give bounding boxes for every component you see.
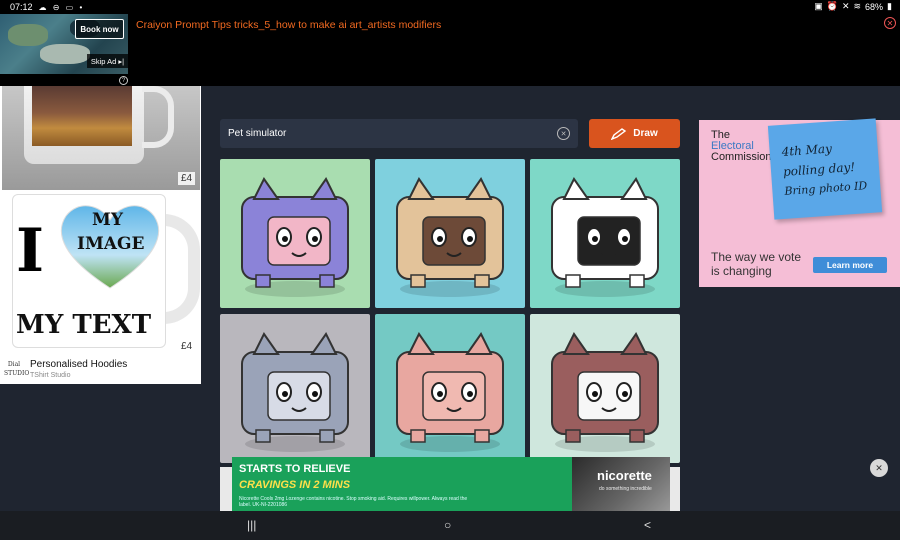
book-now-button[interactable]: Book now <box>75 19 124 39</box>
right-side-ad[interactable]: The Electoral Commission 4th May polling… <box>699 118 900 287</box>
shop-info[interactable]: Dial STUDIO Personalised Hoodies TShirt … <box>0 354 200 384</box>
pet-illustration <box>551 177 659 297</box>
left-product-ad[interactable]: £4 I MY IMAGE MY TEXT £4 Dial STUDIO Per… <box>0 86 201 384</box>
result-tile-purple-cat-pet[interactable] <box>220 159 370 308</box>
shop-logo: Dial STUDIO <box>4 361 30 377</box>
pencil-icon <box>611 127 627 140</box>
result-tile-gray-elephant-pet[interactable] <box>220 314 370 463</box>
status-time: 07:12 <box>10 2 33 12</box>
mute-icon: ✕ <box>841 1 850 11</box>
pet-illustration <box>396 177 504 297</box>
sticky-note-image: 4th May polling day! Bring photo ID <box>767 118 883 220</box>
ad-brand-image: nicorette do something incredible <box>572 457 670 512</box>
result-tile-panda-pet[interactable] <box>530 159 680 308</box>
home-icon[interactable]: ○ <box>444 518 451 532</box>
skip-next-icon: ▸| <box>116 56 125 66</box>
bottom-banner-ad[interactable]: STARTS TO RELIEVE CRAVINGS IN 2 MINS Nic… <box>232 457 670 512</box>
ad-tagline-line2: is changing <box>711 264 772 278</box>
ad-video-title[interactable]: Craiyon Prompt Tips tricks_5_how to make… <box>136 19 441 31</box>
ad-brand-name: nicorette <box>597 468 652 483</box>
prompt-value: Pet simulator <box>228 128 287 139</box>
close-icon[interactable]: ✕ <box>884 17 896 29</box>
mug-text-product[interactable]: I MY IMAGE MY TEXT £4 <box>2 194 200 444</box>
shop-name: TShirt Studio <box>30 372 71 379</box>
ad-tagline-line1: The way we vote <box>711 250 802 264</box>
battery-icon: ▮ <box>887 1 892 11</box>
ad-subline: CRAVINGS IN 2 MINS <box>239 479 351 491</box>
result-tile-brown-box-pet[interactable] <box>530 314 680 463</box>
clear-icon[interactable]: ✕ <box>557 127 570 140</box>
result-tile-tan-dog-pet[interactable] <box>375 159 525 308</box>
product-price: £4 <box>178 172 196 185</box>
alarm-icon: ⏰ <box>826 1 838 11</box>
result-tile-partial[interactable] <box>670 467 680 513</box>
learn-more-button[interactable]: Learn more <box>813 257 887 273</box>
back-icon[interactable]: < <box>644 518 651 532</box>
result-tile-partial[interactable] <box>220 467 232 513</box>
mug-photo-product[interactable]: £4 <box>2 86 200 190</box>
battery-percent: 68% <box>865 1 884 12</box>
note-line2: polling day! <box>782 159 856 179</box>
ad-video-thumbnail[interactable]: Book now Skip Ad ▸| <box>0 14 128 74</box>
skip-ad-button[interactable]: Skip Ad ▸| <box>87 54 128 68</box>
mug-heart-line1: MY <box>92 210 123 230</box>
mug-heart-line2: IMAGE <box>77 234 145 254</box>
status-left-icons: ☁ ⊖ ▭ • <box>38 2 85 12</box>
prompt-input[interactable]: Pet simulator ✕ <box>220 119 578 148</box>
product-price: £4 <box>178 340 196 353</box>
pet-illustration <box>551 332 659 452</box>
status-bar: 07:12 ☁ ⊖ ▭ • ▣ ⏰ ✕ ≋ 68% ▮ <box>0 0 900 14</box>
system-nav-bar: ||| ○ < <box>0 511 900 540</box>
top-video-ad: Book now Skip Ad ▸| ? Craiyon Prompt Tip… <box>0 14 900 86</box>
close-icon[interactable]: ✕ <box>870 459 888 477</box>
ad-tagline: The way we vote is changing <box>711 250 801 278</box>
pet-illustration <box>396 332 504 452</box>
ad-fine-print: Nicorette Cools 2mg Lozenge contains nic… <box>239 496 468 508</box>
mug-bottom-text: MY TEXT <box>16 310 152 340</box>
draw-button-label: Draw <box>633 128 658 139</box>
ad-org-name: The Electoral Commission <box>711 130 772 163</box>
draw-button[interactable]: Draw <box>589 119 680 148</box>
lock-icon: ▣ <box>814 1 823 11</box>
ad-headline: STARTS TO RELIEVE <box>239 463 351 475</box>
skip-ad-label: Skip Ad <box>90 56 117 66</box>
ad-brand-tag: do something incredible <box>599 486 652 492</box>
note-line3: Bring photo ID <box>784 179 868 198</box>
status-right-icons: ▣ ⏰ ✕ ≋ 68% ▮ <box>814 1 892 12</box>
ad-org-line3: Commission <box>711 151 772 163</box>
ad-info-icon[interactable]: ? <box>119 76 128 85</box>
wifi-icon: ≋ <box>853 1 862 11</box>
mug-big-letter: I <box>16 216 45 286</box>
pet-illustration <box>241 177 349 297</box>
product-title[interactable]: Personalised Hoodies <box>30 359 127 370</box>
result-tile-pink-cat-pet[interactable] <box>375 314 525 463</box>
pet-illustration <box>241 332 349 452</box>
recent-apps-icon[interactable]: ||| <box>247 518 256 532</box>
note-line1: 4th May <box>781 141 833 159</box>
